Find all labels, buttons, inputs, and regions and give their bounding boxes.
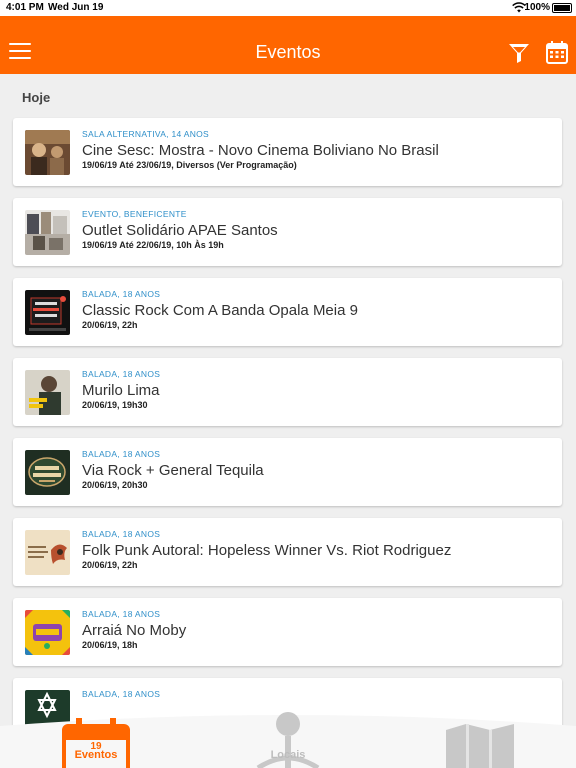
- event-thumbnail: [25, 530, 70, 575]
- event-card[interactable]: BALADA, 18 ANOS Classic Rock Com A Banda…: [13, 278, 562, 346]
- filter-icon: [509, 44, 529, 63]
- event-title: Arraiá No Moby: [82, 622, 187, 639]
- tab-bar: 19 Eventos Locais: [0, 712, 576, 768]
- event-thumbnail: [25, 450, 70, 495]
- event-date: 20/06/19, 22h: [82, 320, 138, 330]
- event-title: Via Rock + General Tequila: [82, 462, 264, 479]
- event-card[interactable]: BALADA, 18 ANOS Murilo Lima 20/06/19, 19…: [13, 358, 562, 426]
- tab-label: Eventos: [74, 749, 118, 761]
- event-date: 20/06/19, 20h30: [82, 480, 148, 490]
- event-category: SALA ALTERNATIVA, 14 ANOS: [82, 129, 210, 139]
- event-date: 19/06/19 Até 23/06/19, Diversos (Ver Pro…: [82, 160, 297, 170]
- event-card[interactable]: BALADA, 18 ANOS Arraiá No Moby 20/06/19,…: [13, 598, 562, 666]
- event-category: BALADA, 18 ANOS: [82, 689, 161, 699]
- calendar-icon: [546, 41, 568, 64]
- event-card[interactable]: EVENTO, BENEFICENTE Outlet Solidário APA…: [13, 198, 562, 266]
- event-title: Folk Punk Autoral: Hopeless Winner Vs. R…: [82, 542, 452, 559]
- event-card[interactable]: SALA ALTERNATIVA, 14 ANOS Cine Sesc: Mos…: [13, 118, 562, 186]
- event-thumbnail: [25, 290, 70, 335]
- event-thumbnail: [25, 370, 70, 415]
- app-bar: Eventos: [0, 16, 576, 74]
- event-date: 20/06/19, 19h30: [82, 400, 148, 410]
- event-thumbnail: [25, 130, 70, 175]
- status-date: Wed Jun 19: [48, 2, 104, 13]
- tab-eventos[interactable]: 19 Eventos: [0, 712, 192, 768]
- event-date: 20/06/19, 22h: [82, 560, 138, 570]
- filter-button[interactable]: [508, 42, 530, 64]
- page-title: Eventos: [255, 42, 321, 62]
- event-date: 20/06/19, 18h: [82, 640, 138, 650]
- event-title: Murilo Lima: [82, 382, 160, 399]
- event-category: BALADA, 18 ANOS: [82, 449, 161, 459]
- battery-icon: [552, 3, 572, 13]
- event-category: BALADA, 18 ANOS: [82, 609, 161, 619]
- map-icon: [446, 724, 514, 768]
- status-time: 4:01 PM: [6, 2, 44, 13]
- event-category: EVENTO, BENEFICENTE: [82, 209, 187, 219]
- event-category: BALADA, 18 ANOS: [82, 529, 161, 539]
- tab-mapa[interactable]: [384, 712, 576, 768]
- event-date: 19/06/19 Até 22/06/19, 10h Às 19h: [82, 240, 224, 250]
- event-card[interactable]: BALADA, 18 ANOS Folk Punk Autoral: Hopel…: [13, 518, 562, 586]
- event-thumbnail: [25, 210, 70, 255]
- event-category: BALADA, 18 ANOS: [82, 289, 161, 299]
- tab-locais[interactable]: Locais: [192, 712, 384, 768]
- status-bar: 4:01 PM Wed Jun 19 100%: [0, 0, 576, 16]
- event-thumbnail: [25, 610, 70, 655]
- battery-percent: 100%: [524, 2, 550, 13]
- event-card[interactable]: BALADA, 18 ANOS Via Rock + General Tequi…: [13, 438, 562, 506]
- event-title: Cine Sesc: Mostra - Novo Cinema Bolivian…: [82, 142, 439, 159]
- section-title: Hoje: [22, 90, 51, 105]
- event-category: BALADA, 18 ANOS: [82, 369, 161, 379]
- tab-label: Locais: [270, 749, 306, 761]
- event-title: Classic Rock Com A Banda Opala Meia 9: [82, 302, 358, 319]
- event-title: Outlet Solidário APAE Santos: [82, 222, 278, 239]
- calendar-button[interactable]: [546, 41, 568, 64]
